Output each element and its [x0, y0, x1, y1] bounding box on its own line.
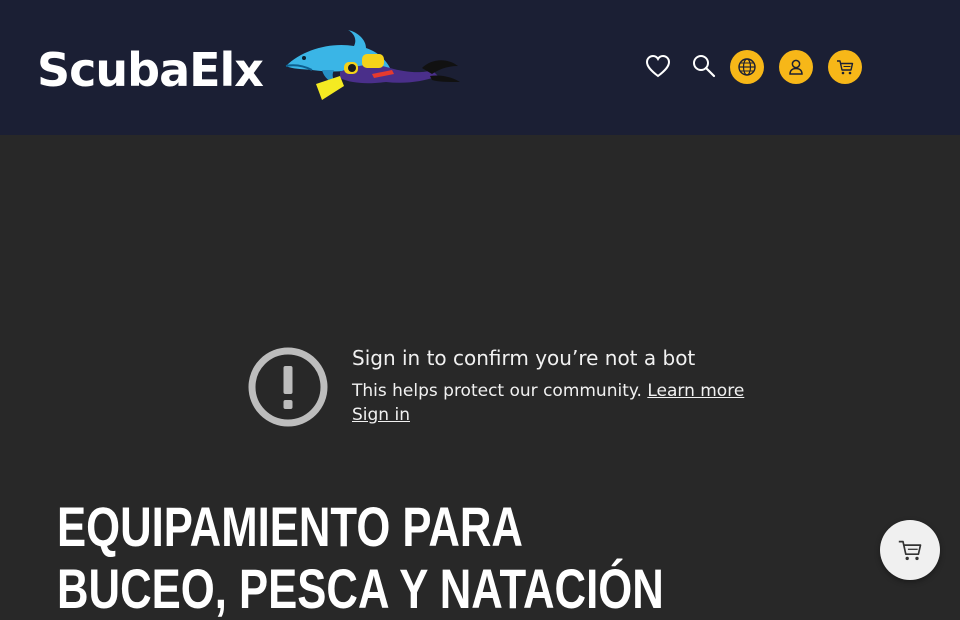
- site-header: ScubaElx: [0, 0, 960, 135]
- bot-check-text: This helps protect our community.: [352, 381, 642, 401]
- hero-line-1: EQUIPAMIENTO PARA: [57, 495, 523, 558]
- search-icon[interactable]: [690, 52, 718, 80]
- dolphin-diver-icon: [285, 30, 460, 100]
- sign-in-link[interactable]: Sign in: [352, 403, 410, 427]
- cart-icon: [898, 540, 922, 561]
- cart-icon: [837, 60, 854, 75]
- hero-line-2: BUCEO, PESCA Y NATACIÓN: [57, 557, 664, 620]
- site-logo[interactable]: ScubaElx: [37, 42, 264, 98]
- cart-button[interactable]: [828, 50, 862, 84]
- heart-icon[interactable]: [644, 52, 672, 80]
- language-button[interactable]: [730, 50, 764, 84]
- learn-more-link[interactable]: Learn more: [647, 381, 744, 401]
- floating-cart-button[interactable]: [880, 520, 940, 580]
- bot-check-description: This helps protect our community. Learn …: [352, 379, 744, 403]
- account-button[interactable]: [779, 50, 813, 84]
- embedded-video: [0, 135, 960, 480]
- globe-icon: [738, 58, 756, 76]
- hero-heading: EQUIPAMIENTO PARA BUCEO, PESCA Y NATACIÓ…: [57, 495, 664, 620]
- user-icon: [789, 59, 803, 75]
- bot-check-title: Sign in to confirm you’re not a bot: [352, 346, 696, 370]
- alert-circle-icon: [248, 347, 328, 427]
